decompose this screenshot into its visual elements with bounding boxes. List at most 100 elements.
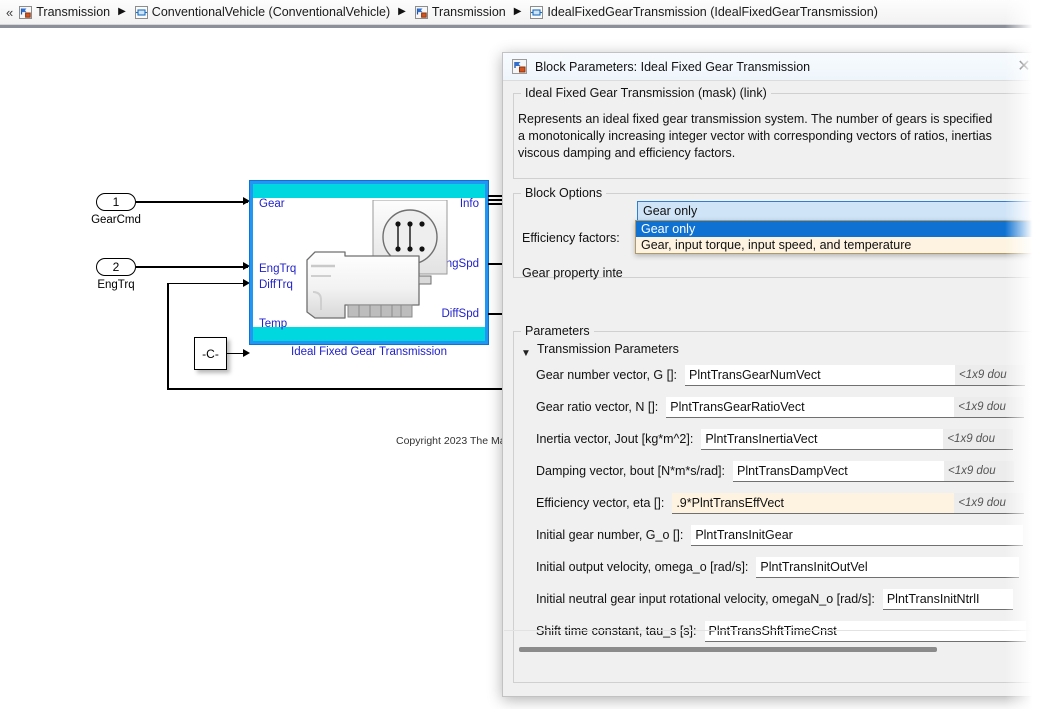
breadcrumb-separator: ▶ [513, 6, 522, 17]
parameter-row: Damping vector, bout [N*m*s/rad]: <1x9 do… [536, 460, 1014, 482]
parameter-input[interactable] [756, 556, 1020, 578]
mask-description-group: Ideal Fixed Gear Transmission (mask) (li… [513, 86, 1036, 179]
block-input-temp: Temp [259, 318, 288, 330]
efficiency-factors-dropdown-list[interactable]: Gear only Gear, input torque, input spee… [635, 220, 1043, 254]
parameter-type-hint: <1x9 dou [943, 460, 1014, 482]
parameter-input[interactable] [732, 460, 944, 482]
efficiency-factors-value: Gear only [643, 204, 698, 218]
chevron-down-icon[interactable]: ▼ [521, 348, 531, 359]
parameter-type-hint: <1x9 dou [954, 492, 1025, 514]
parameter-type-hint: <1x9 dou [955, 364, 1026, 386]
model-block-icon [530, 5, 544, 19]
gear-property-label: Gear property inte [522, 266, 623, 280]
wire-gearcmd [136, 201, 248, 203]
inport-block-1[interactable]: 1 [96, 193, 136, 211]
dropdown-option-gear-only[interactable]: Gear only [636, 221, 1043, 237]
breadcrumb-collapse-button[interactable]: « [4, 6, 17, 19]
breadcrumb-item-3[interactable]: Transmission [413, 4, 508, 20]
dialog-title: Block Parameters: Ideal Fixed Gear Trans… [535, 59, 811, 74]
parameter-row: Initial gear number, G_o []: [536, 524, 1024, 546]
toolstrip-divider [0, 25, 1043, 29]
breadcrumb-item-2[interactable]: ConventionalVehicle (ConventionalVehicle… [133, 4, 392, 20]
parameter-label: Inertia vector, Jout [kg*m^2]: [536, 432, 694, 446]
parameter-row: Inertia vector, Jout [kg*m^2]: <1x9 dou [536, 428, 1014, 450]
breadcrumb-item-label: IdealFixedGearTransmission (IdealFixedGe… [547, 5, 878, 19]
parameter-row: Gear number vector, G []: <1x9 dou [536, 364, 1026, 386]
arrowhead-gear [243, 197, 250, 205]
constant-block[interactable]: -C- [194, 337, 227, 370]
block-caption: Ideal Fixed Gear Transmission [291, 346, 447, 358]
wire-difftrq-horizontal [167, 282, 248, 285]
mask-group-legend: Ideal Fixed Gear Transmission (mask) (li… [521, 86, 771, 100]
close-icon[interactable]: ✕ [1002, 53, 1043, 80]
parameter-input[interactable] [691, 524, 1024, 546]
parameter-label: Shift time constant, tau_s [s]: [536, 624, 697, 638]
parameter-label: Gear number vector, G []: [536, 368, 678, 382]
parameter-input[interactable] [685, 364, 956, 386]
breadcrumb-item-label: ConventionalVehicle (ConventionalVehicle… [151, 5, 391, 19]
breadcrumb-item-1[interactable]: Transmission [17, 4, 112, 20]
subsystem-icon [414, 5, 428, 19]
parameter-label: Initial neutral gear input rotational ve… [536, 592, 875, 606]
inport-block-2[interactable]: 2 [96, 258, 136, 276]
transmission-mask-icon [306, 200, 448, 319]
parameter-type-hint: <1x9 dou [954, 396, 1025, 418]
parameter-input[interactable] [701, 428, 944, 450]
parameter-label: Damping vector, bout [N*m*s/rad]: [536, 464, 725, 478]
dialog-title-bar[interactable]: Block Parameters: Ideal Fixed Gear Trans… [503, 53, 1043, 81]
parameter-input[interactable] [666, 396, 955, 418]
breadcrumb-separator: ▶ [398, 6, 406, 17]
parameter-input[interactable] [882, 588, 1013, 610]
inport-number-1: 1 [112, 195, 120, 209]
ideal-fixed-gear-transmission-block[interactable]: Gear EngTrq DiffTrq Temp Info EngSpd Dif… [249, 180, 489, 345]
wire-difftrq-bottom [167, 388, 507, 390]
mask-description-line-2: a monotonically increasing integer vecto… [518, 129, 992, 143]
parameter-label: Efficiency vector, eta []: [536, 496, 665, 510]
parameter-label: Initial gear number, G_o []: [536, 528, 684, 542]
block-parameters-icon [512, 59, 527, 74]
mask-description-text: Represents an ideal fixed gear transmiss… [514, 94, 1035, 162]
transmission-parameters-section-label[interactable]: Transmission Parameters [537, 342, 679, 356]
constant-block-label: -C- [202, 346, 219, 361]
arrowhead-difftrq [243, 278, 250, 287]
parameter-input[interactable] [672, 492, 955, 514]
block-input-gear: Gear [259, 198, 285, 210]
breadcrumb-item-label: Transmission [431, 5, 506, 19]
wire-difftrq-vertical [167, 282, 169, 390]
breadcrumb-item-4[interactable]: IdealFixedGearTransmission (IdealFixedGe… [528, 4, 879, 20]
efficiency-factors-label: Efficiency factors: [522, 231, 620, 245]
inport-label-1: GearCmd [91, 214, 141, 226]
copyright-text: Copyright 2023 The Ma [396, 435, 506, 447]
footer-separator [504, 630, 1043, 631]
parameter-label: Initial output velocity, omega_o [rad/s]… [536, 560, 749, 574]
parameter-row: Initial neutral gear input rotational ve… [536, 588, 1013, 610]
block-input-engtrq: EngTrq [259, 263, 297, 275]
wire-engtrq [136, 266, 248, 268]
breadcrumb-separator: ▶ [118, 6, 126, 17]
parameters-scroll-area[interactable]: ▼ Transmission Parameters Gear number ve… [514, 332, 1037, 662]
arrowhead-engtrq [243, 262, 250, 270]
subsystem-icon [19, 5, 33, 19]
parameter-row: Shift time constant, tau_s [s]: [536, 620, 1026, 642]
inport-label-2: EngTrq [97, 279, 135, 291]
parameter-row: Gear ratio vector, N []: <1x9 dou [536, 396, 1025, 418]
model-block-icon [134, 5, 148, 19]
block-band-top [253, 184, 485, 198]
block-input-difftrq: DiffTrq [259, 279, 293, 291]
parameter-row: Efficiency vector, eta []: <1x9 dou [536, 492, 1025, 514]
mask-description-line-1: Represents an ideal fixed gear transmiss… [518, 112, 993, 126]
block-parameters-dialog[interactable]: Block Parameters: Ideal Fixed Gear Trans… [502, 52, 1043, 697]
breadcrumb-items: Transmission ▶ ConventionalVehicle (Conven… [17, 4, 880, 20]
block-options-legend: Block Options [521, 186, 607, 200]
parameter-type-hint: <1x9 dou [943, 428, 1014, 450]
parameter-input[interactable] [704, 620, 1026, 642]
arrowhead-temp [243, 348, 250, 357]
inport-number-2: 2 [112, 260, 120, 274]
parameter-label: Gear ratio vector, N []: [536, 400, 659, 414]
mask-description-line-3: viscous damping and efficiency factors. [518, 146, 736, 160]
parameter-row: Initial output velocity, omega_o [rad/s]… [536, 556, 1020, 578]
breadcrumb: « Transmission ▶ ConventionalVehicle (Conv… [0, 0, 1043, 25]
dropdown-option-gear-torque-speed-temperature[interactable]: Gear, input torque, input speed, and tem… [636, 237, 1043, 253]
horizontal-scrollbar[interactable] [519, 647, 937, 652]
breadcrumb-item-label: Transmission [36, 5, 111, 19]
